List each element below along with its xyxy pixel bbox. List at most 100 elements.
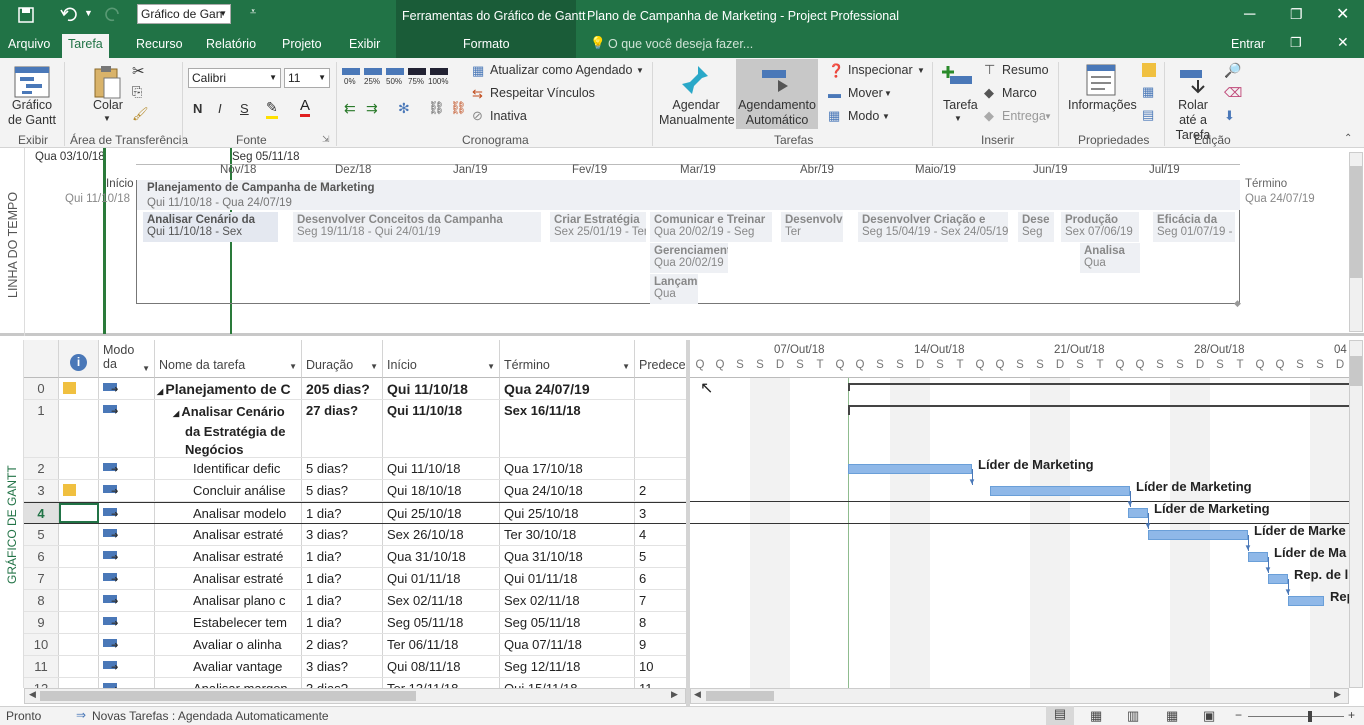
row-number[interactable]: 8 — [24, 590, 59, 611]
milestone-button[interactable]: Marco — [1002, 86, 1037, 100]
row-number[interactable]: 0 — [24, 378, 59, 399]
task-mode-cell[interactable]: ➜ — [99, 400, 155, 457]
predecessors-cell[interactable]: 2 — [635, 480, 686, 501]
finish-cell[interactable]: Qua 17/10/18 — [500, 458, 635, 479]
timeline-phase[interactable]: Produção Sex 07/06/19 — [1061, 212, 1139, 242]
task-name-cell[interactable]: Analisar modelo — [155, 503, 302, 523]
task-usage-shortcut-icon[interactable]: ▦ — [1090, 708, 1102, 724]
update-as-scheduled-button[interactable]: Atualizar como Agendado — [490, 63, 632, 77]
timeline-phase[interactable]: Comunicar e Treinar Qua 20/02/19 - Seg — [650, 212, 772, 242]
duration-cell[interactable]: 1 dia? — [302, 546, 383, 567]
table-row[interactable]: 9 ➜ Estabelecer tem 1 dia? Seg 05/11/18 Seg 0… — [24, 612, 686, 634]
save-icon[interactable] — [18, 7, 34, 23]
copy-icon[interactable]: ⎘ — [132, 84, 142, 100]
start-cell[interactable]: Qui 11/10/18 — [383, 400, 500, 457]
finish-column-header[interactable]: Término ▼ — [500, 340, 635, 378]
indicator-cell[interactable] — [59, 656, 99, 677]
duration-cell[interactable]: 205 dias? — [302, 378, 383, 399]
pin-icon[interactable] — [680, 64, 710, 96]
predecessors-column-header[interactable]: Predece — [635, 340, 686, 378]
table-row[interactable]: 11 ➜ Avaliar vantage 3 dias? Qui 08/11/18 Seg… — [24, 656, 686, 678]
duration-cell[interactable]: 3 dias? — [302, 524, 383, 545]
start-cell[interactable]: Ter 06/11/18 — [383, 634, 500, 655]
minimize-icon[interactable]: ─ — [1244, 6, 1255, 24]
indicator-cell[interactable] — [59, 503, 99, 523]
predecessors-cell[interactable] — [635, 458, 686, 479]
paste-button[interactable]: Colar — [93, 98, 123, 112]
resource-sheet-shortcut-icon[interactable]: ▦ — [1166, 708, 1178, 724]
format-painter-icon[interactable]: 🖌 — [132, 106, 149, 122]
task-mode-cell[interactable]: ➜ — [99, 590, 155, 611]
duration-cell[interactable]: 1 dia? — [302, 568, 383, 589]
ribbon-restore-icon[interactable]: ❐ — [1290, 35, 1302, 51]
start-cell[interactable]: Qui 01/11/18 — [383, 568, 500, 589]
gantt-scroll-right-icon[interactable]: ▶ — [1334, 689, 1341, 700]
gantt-scroll-left-icon[interactable]: ◀ — [694, 689, 701, 700]
predecessors-cell[interactable]: 3 — [635, 503, 686, 523]
finish-cell[interactable]: Qui 25/10/18 — [500, 503, 635, 523]
predecessors-cell[interactable]: 10 — [635, 656, 686, 677]
start-cell[interactable]: Qua 31/10/18 — [383, 546, 500, 567]
close-icon[interactable]: ✕ — [1336, 4, 1349, 24]
duration-cell[interactable]: 27 dias? — [302, 400, 383, 457]
timeline-phase[interactable]: Gerenciament Qua 20/02/19 — [650, 243, 728, 273]
task-name-cell[interactable]: Analisar margen — [155, 678, 302, 688]
task-name-cell[interactable]: Analisar estraté — [155, 568, 302, 589]
start-cell[interactable]: Sex 26/10/18 — [383, 524, 500, 545]
zoom-in-icon[interactable]: + — [1348, 708, 1355, 722]
timeline-phase[interactable]: Analisar Cenário da Qui 11/10/18 - Sex — [143, 212, 278, 242]
timeline-phase[interactable]: Desenvolver Conceitos da Campanha Seg 19/… — [293, 212, 541, 242]
timeline-phase[interactable]: Dese Seg — [1018, 212, 1054, 242]
select-all-corner[interactable] — [24, 340, 59, 378]
inspect-dropdown-icon[interactable]: ▼ — [917, 66, 925, 75]
task-name-cell[interactable]: Identificar defic — [155, 458, 302, 479]
task-name-cell[interactable]: ◢ Analisar Cenário da Estratégia de Negó… — [155, 400, 302, 457]
predecessors-cell[interactable]: 8 — [635, 612, 686, 633]
table-row[interactable]: 10 ➜ Avaliar o alinha 2 dias? Ter 06/11/18 Qu… — [24, 634, 686, 656]
row-number[interactable]: 7 — [24, 568, 59, 589]
manual-schedule-button[interactable]: Agendar Manualmente — [659, 98, 735, 128]
predecessors-cell[interactable] — [635, 378, 686, 399]
indicator-cell[interactable] — [59, 378, 99, 399]
row-number[interactable]: 3 — [24, 480, 59, 501]
font-color-icon[interactable]: A — [300, 98, 311, 117]
table-row[interactable]: 3 ➜ Concluir análise 5 dias? Qui 18/10/18 Qua… — [24, 480, 686, 502]
mode-button[interactable]: Modo — [848, 109, 879, 123]
ribbon-close-icon[interactable]: ✕ — [1337, 34, 1349, 51]
duration-cell[interactable]: 2 dias? — [302, 634, 383, 655]
timeline-scroll-thumb[interactable] — [1350, 166, 1362, 278]
table-row[interactable]: 6 ➜ Analisar estraté 1 dia? Qua 31/10/18 Qua … — [24, 546, 686, 568]
duration-cell[interactable]: 1 dia? — [302, 503, 383, 523]
task-bar[interactable] — [1288, 596, 1324, 606]
start-column-header[interactable]: Início ▼ — [383, 340, 500, 378]
row-number[interactable]: 9 — [24, 612, 59, 633]
row-number[interactable]: 12 — [24, 678, 59, 688]
finish-cell[interactable]: Sex 02/11/18 — [500, 590, 635, 611]
information-button[interactable]: Informações — [1068, 98, 1137, 112]
start-cell[interactable]: Qui 18/10/18 — [383, 480, 500, 501]
indicators-header[interactable]: i — [59, 340, 99, 378]
task-mode-cell[interactable]: ➜ — [99, 612, 155, 633]
tab-exibir[interactable]: Exibir — [343, 34, 386, 58]
finish-cell[interactable]: Qua 24/07/19 — [500, 378, 635, 399]
pct-75-icon[interactable] — [408, 68, 426, 75]
task-name-cell[interactable]: Analisar estraté — [155, 546, 302, 567]
tab-projeto[interactable]: Projeto — [276, 34, 328, 58]
duration-cell[interactable]: 3 dias? — [302, 656, 383, 677]
indicator-cell[interactable] — [59, 590, 99, 611]
font-size-combo[interactable]: 11 ▼ — [284, 68, 330, 88]
duration-cell[interactable]: 5 dias? — [302, 480, 383, 501]
underline-button[interactable]: S — [240, 101, 249, 116]
move-dropdown-icon[interactable]: ▼ — [884, 89, 892, 98]
update-dropdown-icon[interactable]: ▼ — [636, 66, 644, 75]
pct-100-icon[interactable] — [430, 68, 448, 75]
summary-button[interactable]: Resumo — [1002, 63, 1049, 77]
note-icon[interactable] — [63, 484, 76, 496]
bold-button[interactable]: N — [193, 101, 202, 116]
insert-task-icon[interactable] — [942, 64, 974, 94]
task-name-cell[interactable]: Concluir análise — [155, 480, 302, 501]
duration-cell[interactable]: 3 dias? — [302, 678, 383, 688]
undo-dropdown-icon[interactable]: ▼ — [84, 8, 93, 18]
information-icon[interactable] — [1086, 64, 1116, 96]
table-row[interactable]: 7 ➜ Analisar estraté 1 dia? Qui 01/11/18 Qui … — [24, 568, 686, 590]
